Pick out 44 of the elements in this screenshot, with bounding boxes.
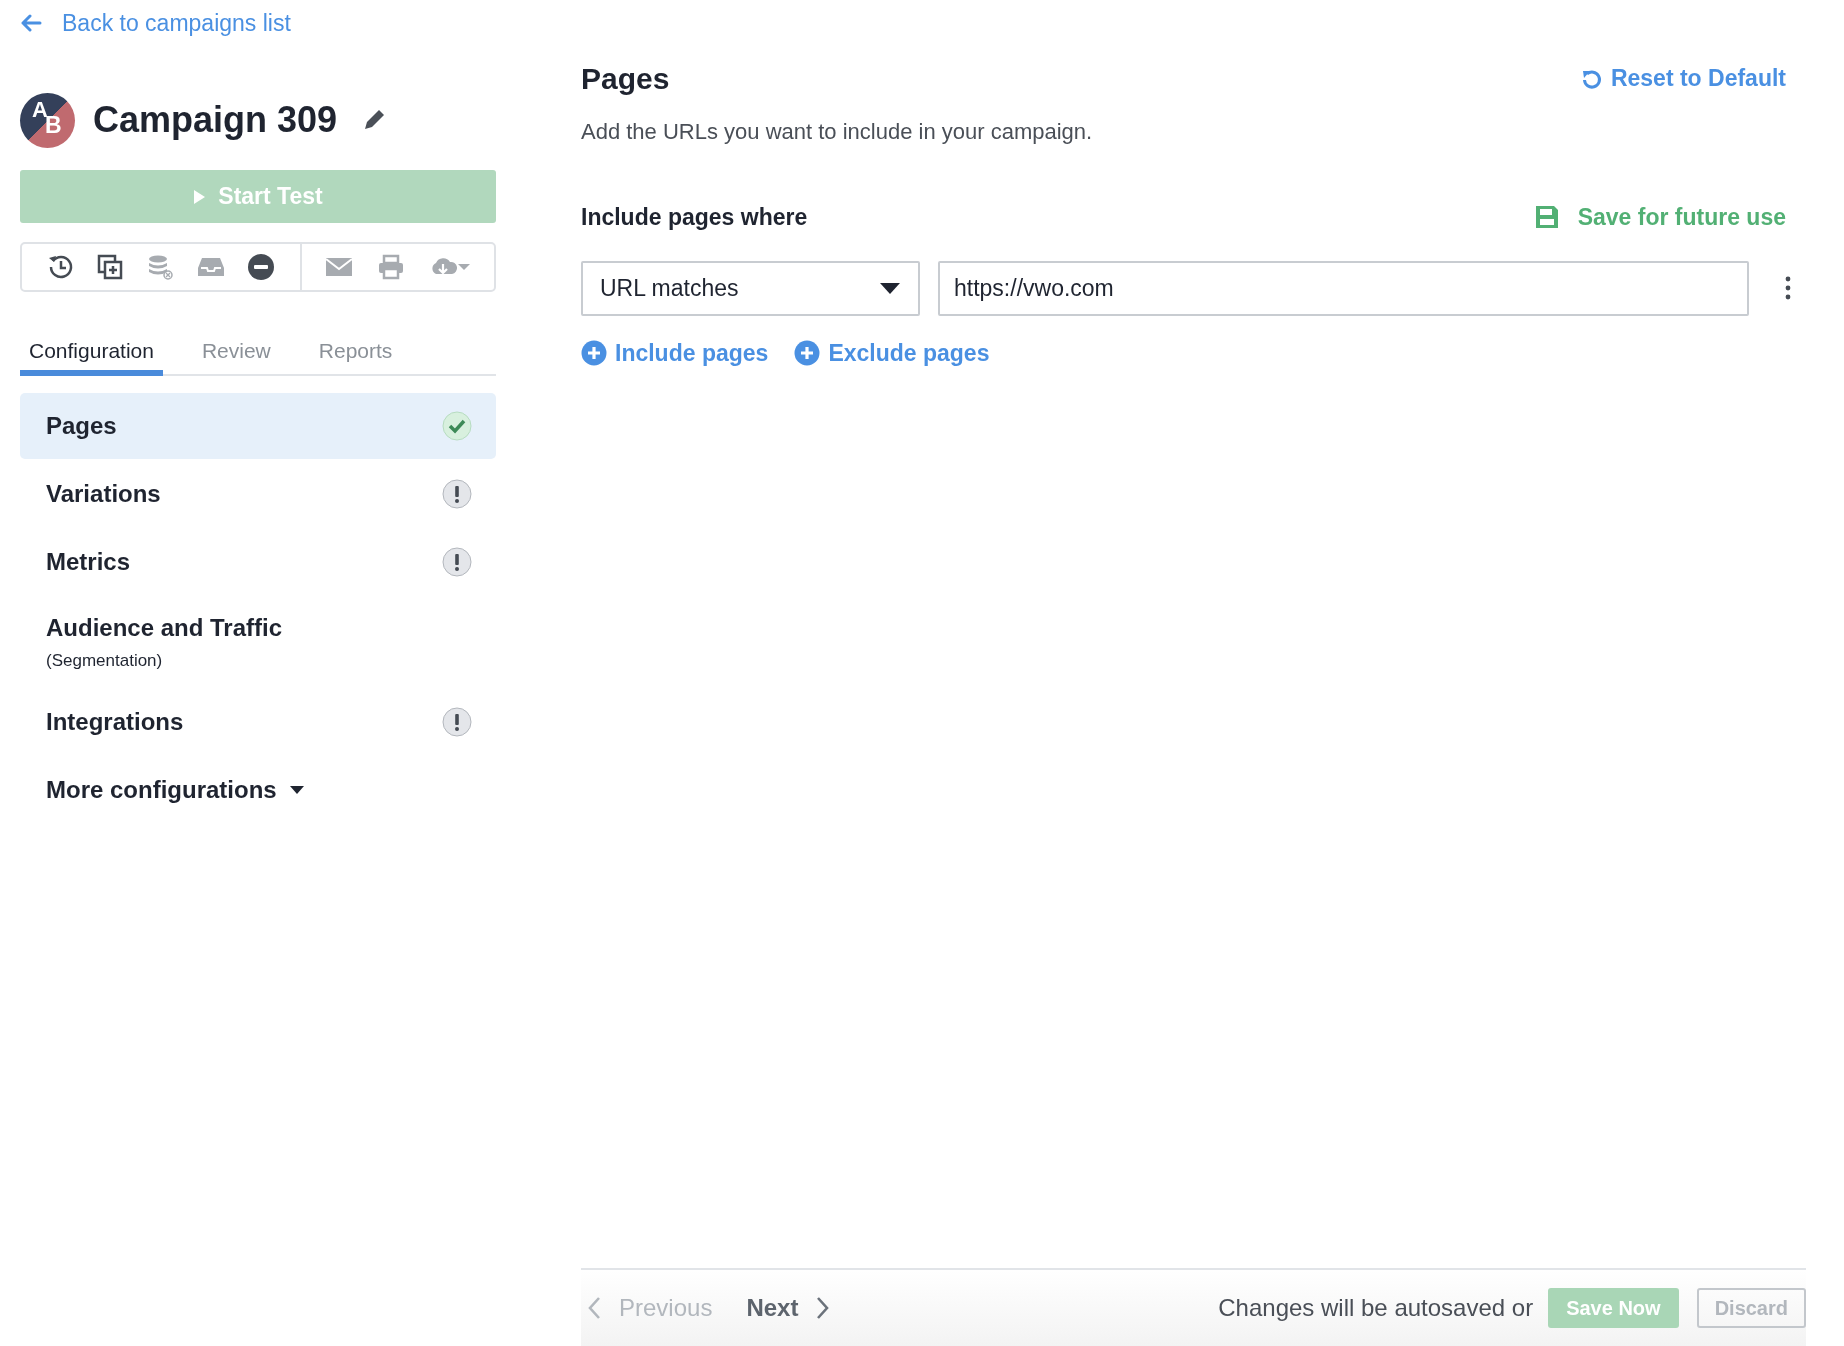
check-circle-icon [442, 411, 472, 441]
sidebar-item-label: Pages [46, 411, 117, 441]
tab[interactable]: Reports [309, 332, 402, 376]
chevron-right-icon [816, 1296, 831, 1320]
condition-dropdown[interactable]: URL matches [581, 260, 920, 316]
caret-down-icon [288, 785, 305, 795]
section-title: Include pages where [581, 203, 808, 232]
plus-circle-icon [794, 339, 821, 366]
sidebar-item-label: Integrations [46, 707, 184, 737]
autosave-note: Changes will be autosaved or [1218, 1293, 1534, 1323]
sidebar-item[interactable]: Audience and Traffic (Segmentation) [20, 597, 496, 687]
minus-circle-icon[interactable] [247, 253, 276, 281]
tab[interactable]: Configuration [20, 332, 163, 376]
next-button[interactable]: Next [746, 1290, 831, 1326]
campaign-title: Campaign 309 [93, 98, 338, 142]
ab-logo: A B [20, 92, 75, 148]
chevron-left-icon [587, 1296, 601, 1320]
exclamation-circle-icon [442, 547, 472, 577]
sidebar-item[interactable]: Metrics [20, 529, 496, 595]
sidebar-item-label: Audience and Traffic [46, 613, 283, 644]
save-for-future-link[interactable]: Save for future use [1533, 200, 1786, 235]
exclamation-circle-icon [442, 479, 472, 509]
url-input-field[interactable]: https://vwo.com [938, 260, 1749, 316]
more-configurations-button[interactable]: More configurations [20, 757, 496, 823]
plus-circle-icon [581, 339, 607, 366]
page-title: Pages [581, 61, 670, 97]
sidebar-item[interactable]: Integrations [20, 689, 496, 755]
sidebar-item-label: Metrics [46, 547, 131, 577]
add-rule-link[interactable]: Exclude pages [794, 335, 990, 370]
play-icon [193, 188, 207, 205]
kebab-menu-icon[interactable] [1785, 276, 1791, 300]
reset-link[interactable]: Reset to Default [1580, 61, 1786, 96]
back-link[interactable]: Back to campaigns list [20, 8, 496, 38]
sidebar-item-sublabel: (Segmentation) [46, 650, 164, 673]
copy-plus-icon[interactable] [96, 253, 125, 281]
exclamation-circle-icon [442, 707, 472, 737]
sidebar-item[interactable]: Variations [20, 461, 496, 527]
caret-down-icon [879, 281, 901, 295]
add-rule-link[interactable]: Include pages [581, 335, 769, 370]
tab[interactable]: Review [192, 332, 280, 376]
page-description: Add the URLs you want to include in your campaign. [581, 118, 1094, 146]
arrow-left-icon [20, 14, 42, 32]
sidebar-item-label: Variations [46, 479, 161, 509]
sidebar-item[interactable]: Pages [20, 393, 496, 459]
